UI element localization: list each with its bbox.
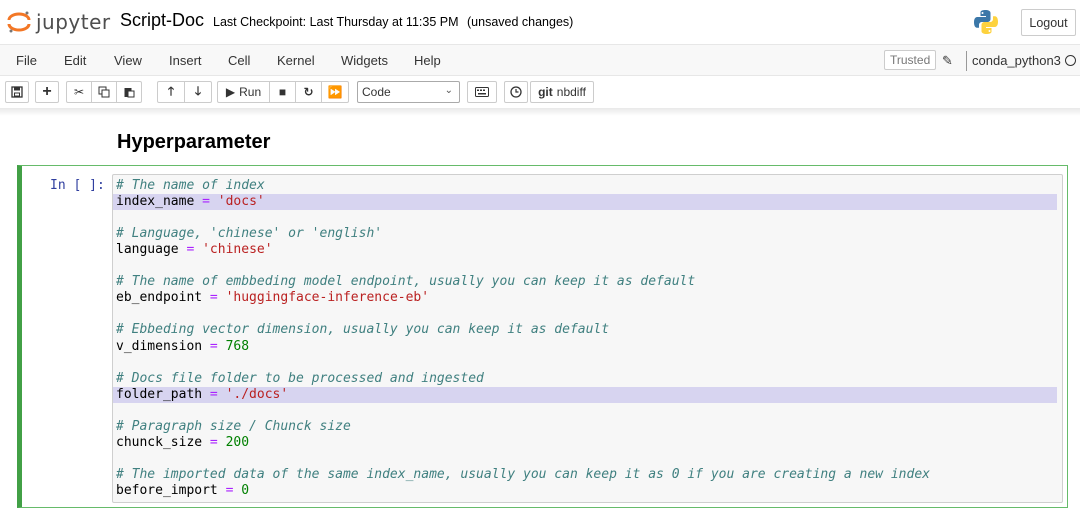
jupyter-logo-icon xyxy=(6,9,32,35)
header-shadow xyxy=(0,108,1080,116)
arrow-up-icon: 🡑 xyxy=(167,83,175,98)
autosave-status: (unsaved changes) xyxy=(467,15,574,29)
command-palette-button[interactable] xyxy=(467,81,497,103)
markdown-heading: Hyperparameter xyxy=(117,131,271,153)
save-icon xyxy=(11,86,23,98)
kernel-separator xyxy=(966,51,967,71)
save-button[interactable] xyxy=(5,81,29,103)
fast-forward-icon: ⏩ xyxy=(327,85,343,99)
toolbar: + ✂ 🡑 🡓 ▶ Run ■ ↻ ⏩ Code ⌄ git nbdiff xyxy=(0,76,1080,108)
menu-view[interactable]: View xyxy=(114,53,142,68)
restart-kernel-button[interactable]: ↻ xyxy=(295,81,322,103)
paste-button[interactable] xyxy=(116,81,142,103)
notebook-header: jupyter Script-Doc Last Checkpoint: Last… xyxy=(0,0,1080,44)
input-prompt: In [ ]: xyxy=(50,178,105,193)
git-nbdiff-button[interactable]: git nbdiff xyxy=(530,81,594,103)
git-icon: git xyxy=(538,85,553,99)
insert-cell-button[interactable]: + xyxy=(35,81,59,103)
code-comment: # The name of embbeding model endpoint, … xyxy=(116,274,696,290)
jupyter-wordmark: jupyter xyxy=(36,10,111,34)
code-assignment: v_dimension = 768 xyxy=(116,338,250,354)
code-assignment: before_import = 0 xyxy=(116,482,250,498)
move-button-group: 🡑 🡓 xyxy=(157,81,212,103)
code-editor[interactable] xyxy=(112,174,1063,503)
nbdiff-label: nbdiff xyxy=(556,85,586,99)
copy-button[interactable] xyxy=(91,81,117,103)
code-assignment: eb_endpoint = 'huggingface-inference-eb' xyxy=(116,290,430,306)
cut-button[interactable]: ✂ xyxy=(66,81,92,103)
notebook-name[interactable]: Script-Doc xyxy=(120,10,204,31)
code-comment: # The name of index xyxy=(116,178,265,193)
kernel-name[interactable]: conda_python3 xyxy=(972,53,1061,68)
plus-icon: + xyxy=(42,83,52,100)
code-assignment: language = 'chinese' xyxy=(116,242,273,258)
move-up-button[interactable]: 🡑 xyxy=(157,81,185,103)
menu-insert[interactable]: Insert xyxy=(169,53,202,68)
checkpoint-status: Last Checkpoint: Last Thursday at 11:35 … xyxy=(213,15,459,29)
menu-kernel[interactable]: Kernel xyxy=(277,53,315,68)
cell-type-select[interactable]: Code ⌄ xyxy=(357,81,460,103)
code-assignment: index_name = 'docs' xyxy=(116,194,265,210)
code-comment: # Ebbeding vector dimension, usually you… xyxy=(116,322,610,338)
play-icon: ▶ xyxy=(225,85,236,99)
cell-type-value: Code xyxy=(362,85,391,99)
code-comment: # Docs file folder to be processed and i… xyxy=(116,370,484,386)
move-down-button[interactable]: 🡓 xyxy=(184,81,212,103)
logout-button[interactable]: Logout xyxy=(1021,9,1076,36)
run-label: Run xyxy=(239,85,262,99)
restart-run-all-button[interactable]: ⏩ xyxy=(321,81,349,103)
keyboard-icon xyxy=(475,87,489,97)
menu-bar: File Edit View Insert Cell Kernel Widget… xyxy=(0,44,1080,76)
restart-icon: ↻ xyxy=(303,85,314,99)
scissors-icon: ✂ xyxy=(73,85,85,99)
trusted-indicator[interactable]: Trusted xyxy=(884,50,937,70)
copy-icon xyxy=(98,86,110,98)
menu-widgets[interactable]: Widgets xyxy=(341,53,388,68)
kernel-idle-indicator-icon xyxy=(1065,55,1076,66)
edit-button-group: ✂ xyxy=(66,81,142,103)
history-button[interactable] xyxy=(504,81,528,103)
clock-icon xyxy=(510,86,522,98)
code-comment: # The imported data of the same index_na… xyxy=(116,466,930,482)
arrow-down-icon: 🡓 xyxy=(194,83,202,98)
menu-edit[interactable]: Edit xyxy=(64,53,86,68)
code-comment: # Paragraph size / Chunck size xyxy=(116,418,351,434)
menu-cell[interactable]: Cell xyxy=(228,53,250,68)
paste-icon xyxy=(124,88,135,98)
code-assignment: folder_path = './docs' xyxy=(116,386,289,402)
code-comment: # Language, 'chinese' or 'english' xyxy=(116,226,383,242)
menu-file[interactable]: File xyxy=(16,53,37,68)
menu-help[interactable]: Help xyxy=(414,53,441,68)
python-logo-icon xyxy=(972,8,1000,36)
edit-pencil-icon[interactable]: ✎ xyxy=(942,53,953,69)
chevron-down-icon: ⌄ xyxy=(444,85,453,96)
stop-icon: ■ xyxy=(278,85,287,99)
run-button-group: ▶ Run ■ ↻ ⏩ xyxy=(217,81,349,103)
jupyter-logo[interactable]: jupyter xyxy=(6,6,111,38)
interrupt-kernel-button[interactable]: ■ xyxy=(269,81,296,103)
run-button[interactable]: ▶ Run xyxy=(217,81,270,103)
code-assignment: chunck_size = 200 xyxy=(116,434,250,450)
